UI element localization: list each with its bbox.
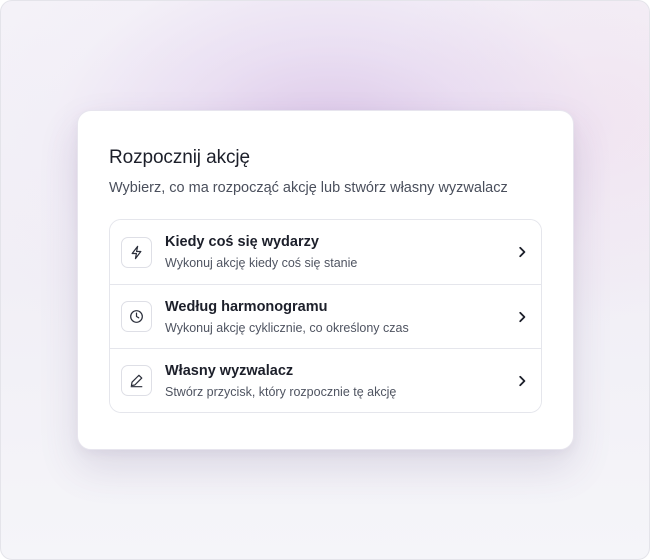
- chevron-right-icon: [515, 310, 529, 324]
- option-description: Stwórz przycisk, który rozpocznie tę akc…: [165, 384, 397, 399]
- chevron-right-icon: [515, 374, 529, 388]
- option-title: Kiedy coś się wydarzy: [165, 234, 319, 250]
- option-texts: Według harmonogramu Wykonuj akcję cyklic…: [165, 298, 515, 336]
- lightning-icon: [121, 236, 152, 268]
- option-title: Własny wyzwalacz: [165, 362, 294, 379]
- dialog-title: Rozpocznij akcję: [109, 147, 250, 168]
- option-description: Wykonuj akcję cyklicznie, co określony c…: [165, 320, 409, 335]
- option-description: Wykonuj akcję kiedy coś się stanie: [165, 256, 358, 270]
- option-texts: Kiedy coś się wydarzy Wykonuj akcję kied…: [165, 233, 515, 271]
- start-action-dialog: Rozpocznij akcję Wybierz, co ma rozpoczą…: [77, 110, 574, 450]
- option-schedule-trigger[interactable]: Według harmonogramu Wykonuj akcję cyklic…: [110, 284, 541, 348]
- option-texts: Własny wyzwalacz Stwórz przycisk, który …: [165, 362, 515, 400]
- dialog-subtitle: Wybierz, co ma rozpocząć akcję lub stwór…: [109, 180, 508, 196]
- pen-icon: [121, 365, 152, 396]
- option-custom-trigger[interactable]: Własny wyzwalacz Stwórz przycisk, który …: [110, 348, 541, 412]
- option-event-trigger[interactable]: Kiedy coś się wydarzy Wykonuj akcję kied…: [110, 220, 541, 284]
- option-title: Według harmonogramu: [165, 298, 328, 315]
- trigger-options-list: Kiedy coś się wydarzy Wykonuj akcję kied…: [109, 219, 542, 413]
- chevron-right-icon: [515, 245, 529, 259]
- clock-icon: [121, 301, 152, 332]
- app-frame: Rozpocznij akcję Wybierz, co ma rozpoczą…: [0, 0, 650, 560]
